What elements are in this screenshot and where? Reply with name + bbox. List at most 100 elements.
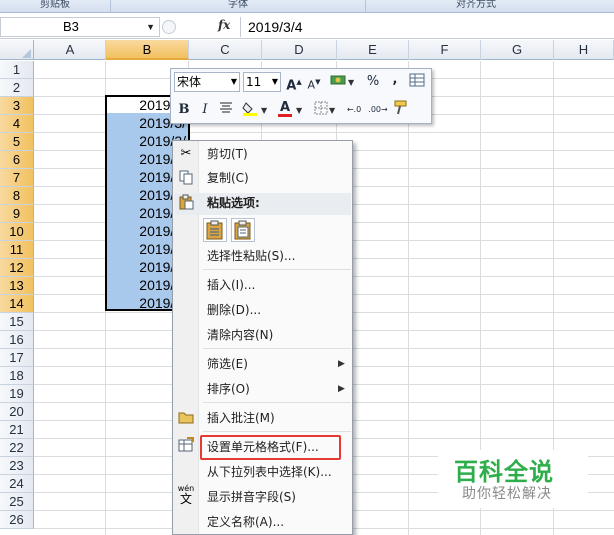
clipboard-icon bbox=[177, 194, 195, 212]
name-box[interactable]: B3 ▼ bbox=[0, 17, 160, 37]
column-header-c[interactable]: C bbox=[189, 40, 262, 60]
phonetic-icon-char: 文 bbox=[179, 492, 192, 506]
paint-bucket-icon bbox=[242, 102, 257, 116]
row-header-selected[interactable]: 3 bbox=[0, 97, 34, 115]
ribbon-group-clipboard: 剪贴板 bbox=[40, 0, 70, 10]
row-header[interactable]: 26 bbox=[0, 511, 34, 529]
row-header[interactable]: 15 bbox=[0, 313, 34, 331]
menu-item-filter[interactable]: 筛选(E) bbox=[207, 354, 248, 374]
menu-item-clear-contents[interactable]: 清除内容(N) bbox=[207, 325, 273, 345]
column-header-g[interactable]: G bbox=[481, 40, 554, 60]
row-header-selected[interactable]: 8 bbox=[0, 187, 34, 205]
borders-button[interactable] bbox=[312, 101, 330, 119]
format-painter-button[interactable] bbox=[391, 100, 409, 118]
font-size-select[interactable]: 11 ▼ bbox=[243, 72, 281, 92]
row-header[interactable]: 20 bbox=[0, 403, 34, 421]
row-header-selected[interactable]: 6 bbox=[0, 151, 34, 169]
row-header-selected[interactable]: 14 bbox=[0, 295, 34, 313]
menu-item-cut[interactable]: 剪切(T) bbox=[207, 144, 248, 164]
chevron-down-icon[interactable]: ▼ bbox=[296, 106, 302, 115]
menu-item-pick-from-list[interactable]: 从下拉列表中选择(K)... bbox=[207, 462, 332, 482]
row-header-selected[interactable]: 10 bbox=[0, 223, 34, 241]
formula-input[interactable]: 2019/3/4 bbox=[240, 17, 614, 37]
chevron-down-icon[interactable]: ▼ bbox=[348, 78, 354, 87]
italic-button[interactable]: I bbox=[196, 101, 214, 119]
row-header[interactable]: 19 bbox=[0, 385, 34, 403]
row-header[interactable]: 23 bbox=[0, 457, 34, 475]
menu-item-show-phonetic[interactable]: 显示拼音字段(S) bbox=[207, 487, 296, 507]
copy-icon bbox=[177, 169, 195, 187]
menu-item-paste-special[interactable]: 选择性粘贴(S)... bbox=[207, 246, 295, 266]
menu-item-define-name[interactable]: 定义名称(A)... bbox=[207, 512, 284, 532]
paste-icon[interactable] bbox=[203, 218, 227, 242]
column-header-b[interactable]: B bbox=[106, 40, 189, 60]
column-header-a[interactable]: A bbox=[35, 40, 106, 60]
shrink-font-icon: A bbox=[307, 78, 316, 92]
paste-values-icon[interactable] bbox=[231, 218, 255, 242]
row-header[interactable]: 18 bbox=[0, 367, 34, 385]
ribbon-group-font: 字体 bbox=[228, 0, 248, 10]
formula-bar-resize-handle[interactable] bbox=[162, 20, 176, 34]
row-header-selected[interactable]: 7 bbox=[0, 169, 34, 187]
font-size-value: 11 bbox=[246, 75, 262, 89]
center-align-button[interactable] bbox=[217, 101, 235, 119]
align-center-icon bbox=[220, 102, 232, 113]
ribbon-strip: 剪贴板 字体 对齐方式 bbox=[0, 0, 614, 13]
row-header-selected[interactable]: 13 bbox=[0, 277, 34, 295]
fill-color-button[interactable] bbox=[241, 100, 259, 118]
row-header-selected[interactable]: 12 bbox=[0, 259, 34, 277]
comma-style-button[interactable]: , bbox=[386, 71, 404, 89]
chevron-down-icon[interactable]: ▼ bbox=[261, 106, 267, 115]
ribbon-group-alignment: 对齐方式 bbox=[456, 0, 496, 10]
border-icon bbox=[314, 101, 328, 115]
name-box-value: B3 bbox=[63, 19, 79, 34]
menu-item-insert[interactable]: 插入(I)... bbox=[207, 275, 255, 295]
chevron-down-icon[interactable]: ▼ bbox=[272, 73, 278, 91]
format-painter-table-button[interactable] bbox=[408, 73, 426, 91]
row-header-selected[interactable]: 4 bbox=[0, 115, 34, 133]
accounting-format-button[interactable] bbox=[329, 73, 347, 91]
row-header[interactable]: 16 bbox=[0, 331, 34, 349]
row-header-selected[interactable]: 11 bbox=[0, 241, 34, 259]
format-cells-icon bbox=[177, 437, 195, 455]
grow-font-icon: A bbox=[286, 78, 297, 94]
row-header[interactable]: 21 bbox=[0, 421, 34, 439]
column-header-f[interactable]: F bbox=[409, 40, 481, 60]
grow-font-button[interactable]: A▲ bbox=[285, 73, 303, 94]
phonetic-icon: wén 文 bbox=[177, 485, 195, 506]
font-color-icon: A bbox=[279, 100, 291, 115]
column-header-e[interactable]: E bbox=[337, 40, 409, 60]
row-header[interactable]: 2 bbox=[0, 79, 34, 97]
row-header[interactable]: 25 bbox=[0, 493, 34, 511]
font-color-button[interactable]: A bbox=[276, 99, 294, 117]
chevron-down-icon[interactable]: ▼ bbox=[231, 73, 237, 91]
chevron-down-icon[interactable]: ▼ bbox=[329, 106, 335, 115]
row-header-selected[interactable]: 5 bbox=[0, 133, 34, 151]
decrease-decimal-button[interactable]: .00→ bbox=[367, 101, 389, 119]
menu-item-sort[interactable]: 排序(O) bbox=[207, 379, 250, 399]
menu-item-copy[interactable]: 复制(C) bbox=[207, 168, 249, 188]
row-header[interactable]: 1 bbox=[0, 61, 34, 79]
paste-options-header-bg bbox=[175, 193, 351, 215]
chevron-right-icon: ▶ bbox=[338, 359, 345, 369]
menu-item-insert-comment[interactable]: 插入批注(M) bbox=[207, 408, 275, 428]
formula-bar: B3 ▼ fx 2019/3/4 bbox=[0, 14, 614, 39]
bold-button[interactable]: B bbox=[175, 101, 193, 119]
menu-item-delete[interactable]: 删除(D)... bbox=[207, 300, 261, 320]
column-header-d[interactable]: D bbox=[262, 40, 337, 60]
column-header-h[interactable]: H bbox=[554, 40, 614, 60]
row-header-selected[interactable]: 9 bbox=[0, 205, 34, 223]
row-header[interactable]: 22 bbox=[0, 439, 34, 457]
chevron-down-icon[interactable]: ▼ bbox=[146, 18, 155, 36]
menu-separator bbox=[203, 402, 351, 403]
row-header[interactable]: 17 bbox=[0, 349, 34, 367]
menu-separator bbox=[203, 431, 351, 432]
shrink-font-button[interactable]: A▼ bbox=[305, 73, 323, 92]
font-color-swatch bbox=[278, 114, 292, 117]
currency-icon bbox=[330, 75, 346, 85]
increase-decimal-button[interactable]: ←.0 bbox=[343, 101, 365, 119]
percent-style-button[interactable]: % bbox=[364, 73, 382, 91]
row-header[interactable]: 24 bbox=[0, 475, 34, 493]
font-name-select[interactable]: 宋体 ▼ bbox=[174, 72, 240, 92]
insert-function-icon[interactable]: fx bbox=[218, 18, 230, 32]
